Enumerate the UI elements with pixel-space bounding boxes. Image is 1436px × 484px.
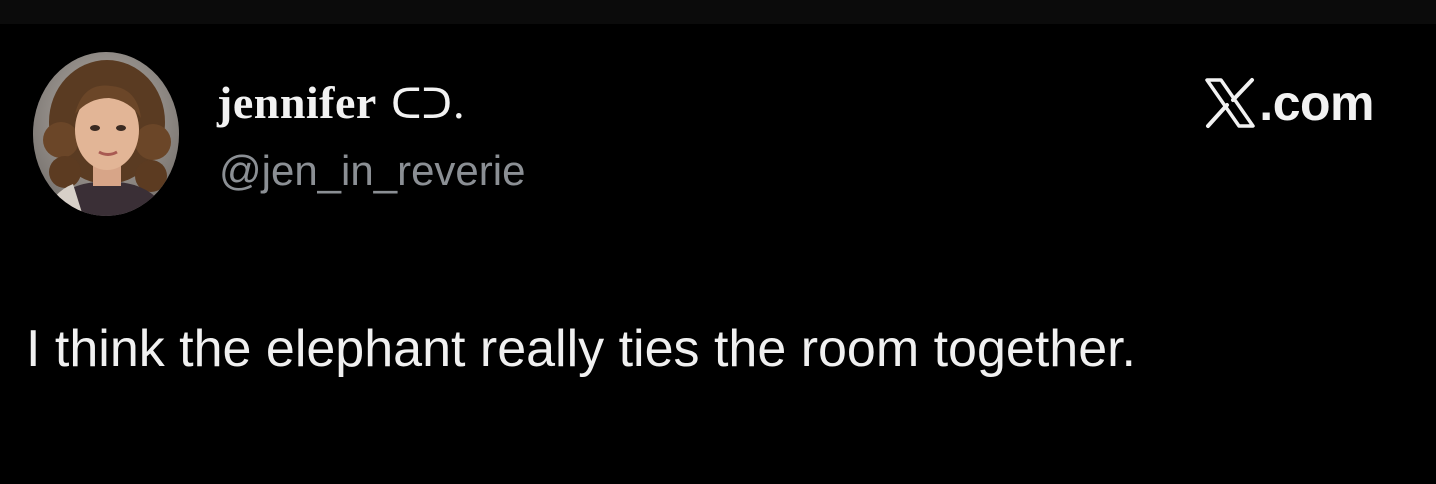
brand-watermark: .com bbox=[1203, 76, 1374, 130]
display-name[interactable]: jennifer bbox=[217, 80, 377, 126]
profile-photo-icon bbox=[33, 52, 179, 216]
tweet-text: I think the elephant really ties the roo… bbox=[26, 320, 1137, 378]
avatar[interactable] bbox=[33, 52, 179, 216]
display-name-glyph: ᑕ​ᑐ. bbox=[390, 79, 466, 128]
user-handle[interactable]: @jen_in_reverie bbox=[219, 146, 525, 196]
top-strip bbox=[0, 0, 1436, 24]
tweet-card: jennifer ᑕ​ᑐ. @jen_in_reverie .com I thi… bbox=[0, 24, 1436, 484]
display-name-row[interactable]: jennifer ᑕ​ᑐ. bbox=[217, 80, 466, 126]
x-logo-icon bbox=[1205, 78, 1256, 128]
brand-text: .com bbox=[1259, 75, 1374, 131]
